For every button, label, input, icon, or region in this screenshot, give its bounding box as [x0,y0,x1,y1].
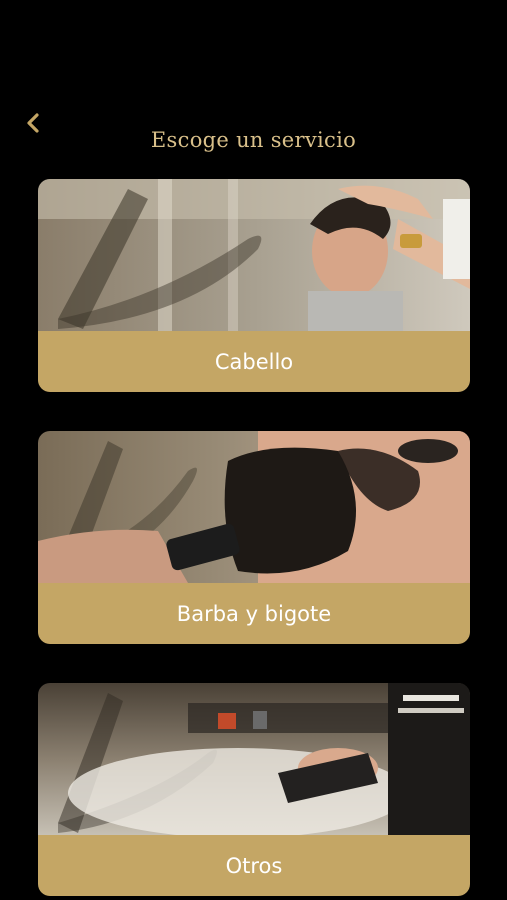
service-card-barba-y-bigote[interactable]: Barba y bigote [38,431,470,644]
barbershop-towel-photo [38,683,470,835]
service-label-bar: Cabello [38,331,470,392]
beard-trim-photo [38,431,470,583]
service-label: Otros [225,853,283,878]
service-label-bar: Otros [38,835,470,896]
page-title: Escoge un servicio [150,128,357,152]
service-label-bar: Barba y bigote [38,583,470,644]
service-label: Cabello [214,349,294,374]
haircut-photo [38,179,470,331]
service-label: Barba y bigote [176,601,332,626]
service-card-otros[interactable]: Otros [38,683,470,896]
service-card-cabello[interactable]: Cabello [38,179,470,392]
